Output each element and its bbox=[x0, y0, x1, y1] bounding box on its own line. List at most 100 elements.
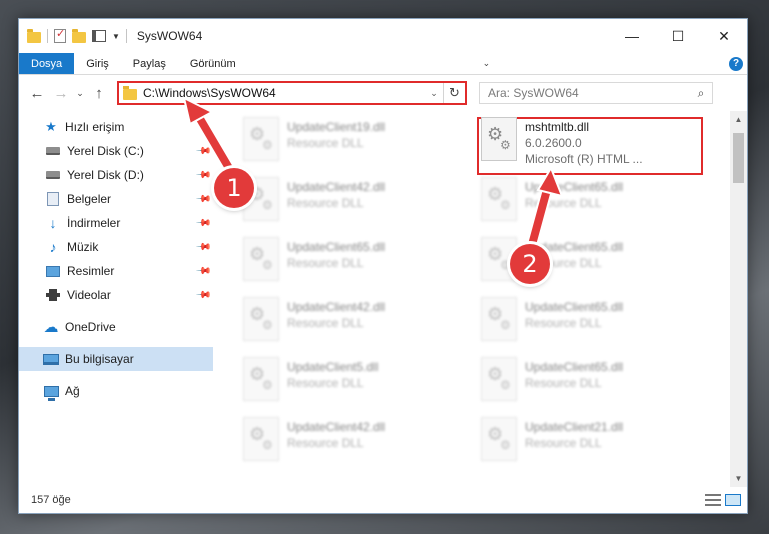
file-type: Resource DLL bbox=[525, 316, 602, 330]
nav-quick-access[interactable]: ★ Hızlı erişim bbox=[19, 115, 213, 139]
up-button[interactable]: ↑ bbox=[87, 81, 111, 105]
customize-toolbar-arrow-icon[interactable]: ▼ bbox=[112, 32, 120, 41]
dll-file-icon: ⚙ ⚙ bbox=[243, 417, 279, 461]
maximize-button[interactable]: ☐ bbox=[655, 19, 701, 53]
videos-icon bbox=[46, 289, 60, 301]
search-input[interactable] bbox=[488, 86, 690, 100]
file-type: Resource DLL bbox=[287, 196, 364, 210]
drive-icon bbox=[46, 147, 60, 155]
nav-label: Belgeler bbox=[67, 192, 112, 206]
file-name: UpdateClient65.dll bbox=[525, 360, 624, 374]
nav-label: Müzik bbox=[67, 240, 99, 254]
nav-this-pc[interactable]: Bu bilgisayar bbox=[19, 347, 213, 371]
nav-label: Ağ bbox=[65, 384, 80, 398]
view-icon[interactable] bbox=[92, 30, 106, 42]
star-icon: ★ bbox=[45, 119, 57, 134]
file-tile[interactable]: ⚙ ⚙ UpdateClient42.dll Resource DLL bbox=[239, 173, 463, 229]
search-icon[interactable]: ⌕ bbox=[690, 86, 712, 101]
music-icon: ♪ bbox=[49, 239, 57, 255]
scroll-up-arrow-icon[interactable]: ▲ bbox=[730, 111, 747, 128]
cloud-icon: ☁ bbox=[43, 319, 59, 336]
expand-ribbon-chevron-icon[interactable]: ⌄ bbox=[476, 53, 496, 74]
dll-file-icon: ⚙ ⚙ bbox=[481, 417, 517, 461]
address-dropdown-chevron-icon[interactable]: ⌄ bbox=[425, 88, 443, 99]
nav-label: Hızlı erişim bbox=[65, 120, 125, 134]
title-bar: ▼ SysWOW64 — ☐ ✕ bbox=[19, 19, 747, 53]
back-button[interactable]: ← bbox=[25, 81, 49, 105]
nav-item-music[interactable]: ♪ Müzik 📌 bbox=[19, 235, 213, 259]
recent-locations-chevron-icon[interactable]: ⌄ bbox=[73, 81, 87, 105]
file-tile[interactable]: ⚙ ⚙ UpdateClient65.dll Resource DLL bbox=[477, 173, 701, 229]
tab-paylas[interactable]: Paylaş bbox=[121, 53, 178, 74]
file-tile[interactable]: ⚙ ⚙ UpdateClient5.dll Resource DLL bbox=[239, 353, 463, 409]
pin-icon: 📌 bbox=[194, 190, 212, 208]
file-tile[interactable]: ⚙ ⚙ UpdateClient65.dll Resource DLL bbox=[477, 293, 701, 349]
explorer-window: ▼ SysWOW64 — ☐ ✕ Dosya Giriş Paylaş Görü… bbox=[18, 18, 748, 514]
file-tile[interactable]: ⚙ ⚙ UpdateClient42.dll Resource DLL bbox=[239, 413, 463, 469]
close-button[interactable]: ✕ bbox=[701, 19, 747, 53]
folder-icon bbox=[123, 85, 137, 100]
nav-label: Videolar bbox=[67, 288, 111, 302]
pin-icon: 📌 bbox=[194, 214, 212, 232]
file-version: 6.0.2600.0 bbox=[525, 136, 582, 150]
file-type: Resource DLL bbox=[525, 196, 602, 210]
file-type: Resource DLL bbox=[287, 136, 364, 150]
file-tile-mshtmltb[interactable]: ⚙ ⚙ mshtmltb.dll 6.0.2600.0 Microsoft (R)… bbox=[477, 113, 701, 169]
file-name: UpdateClient42.dll bbox=[287, 180, 386, 194]
address-row: ← → ⌄ ↑ C:\Windows\SysWOW64 ⌄ ↻ ⌕ bbox=[19, 75, 747, 111]
forward-button[interactable]: → bbox=[49, 81, 73, 105]
new-folder-icon[interactable] bbox=[72, 28, 86, 43]
details-view-icon[interactable] bbox=[705, 494, 721, 506]
nav-item-downloads[interactable]: ↓ İndirmeler 📌 bbox=[19, 211, 213, 235]
nav-item-videos[interactable]: Videolar 📌 bbox=[19, 283, 213, 307]
tiles-view-icon[interactable] bbox=[725, 494, 741, 506]
properties-icon[interactable] bbox=[54, 27, 66, 43]
nav-item-documents[interactable]: Belgeler 📌 bbox=[19, 187, 213, 211]
nav-label: OneDrive bbox=[65, 320, 116, 334]
scroll-thumb[interactable] bbox=[733, 133, 744, 183]
file-tile[interactable]: ⚙ ⚙ UpdateClient65.dll Resource DLL bbox=[239, 233, 463, 289]
nav-item-pictures[interactable]: Resimler 📌 bbox=[19, 259, 213, 283]
file-type: Resource DLL bbox=[525, 376, 602, 390]
network-icon bbox=[43, 385, 59, 401]
folder-icon bbox=[27, 28, 41, 43]
main-area: ★ Hızlı erişim Yerel Disk (C:) 📌 Yerel D… bbox=[19, 111, 747, 487]
file-type: Resource DLL bbox=[525, 436, 602, 450]
pin-icon: 📌 bbox=[194, 142, 212, 160]
window-controls: — ☐ ✕ bbox=[609, 19, 747, 53]
vertical-scrollbar[interactable]: ▲ ▼ bbox=[730, 111, 747, 487]
tab-giris[interactable]: Giriş bbox=[74, 53, 121, 74]
dll-file-icon: ⚙ ⚙ bbox=[243, 237, 279, 281]
refresh-button[interactable]: ↻ bbox=[443, 83, 465, 103]
address-path[interactable]: C:\Windows\SysWOW64 bbox=[143, 86, 425, 100]
nav-network[interactable]: Ağ bbox=[19, 379, 213, 403]
tab-dosya[interactable]: Dosya bbox=[19, 53, 75, 74]
search-box[interactable]: ⌕ bbox=[479, 82, 713, 104]
dll-file-icon: ⚙ ⚙ bbox=[243, 357, 279, 401]
nav-item-local-disk-c[interactable]: Yerel Disk (C:) 📌 bbox=[19, 139, 213, 163]
pictures-icon bbox=[46, 265, 60, 277]
file-tile[interactable]: ⚙ ⚙ UpdateClient21.dll Resource DLL bbox=[477, 413, 701, 469]
status-bar: 157 öğe bbox=[19, 487, 747, 513]
file-name: mshtmltb.dll bbox=[525, 120, 590, 134]
file-name: UpdateClient42.dll bbox=[287, 420, 386, 434]
minimize-button[interactable]: — bbox=[609, 19, 655, 53]
help-button[interactable]: ? bbox=[725, 53, 747, 74]
address-bar[interactable]: C:\Windows\SysWOW64 ⌄ ↻ bbox=[117, 81, 467, 105]
file-tile[interactable]: ⚙ ⚙ UpdateClient42.dll Resource DLL bbox=[239, 293, 463, 349]
nav-item-local-disk-d[interactable]: Yerel Disk (D:) 📌 bbox=[19, 163, 213, 187]
file-tile[interactable]: ⚙ ⚙ UpdateClient65.dll Resource DLL bbox=[477, 353, 701, 409]
quick-access-toolbar: ▼ bbox=[27, 27, 127, 43]
dll-file-icon: ⚙ ⚙ bbox=[243, 117, 279, 161]
pin-icon: 📌 bbox=[194, 166, 212, 184]
tab-gorunum[interactable]: Görünüm bbox=[178, 53, 248, 74]
scroll-down-arrow-icon[interactable]: ▼ bbox=[730, 470, 747, 487]
nav-onedrive[interactable]: ☁ OneDrive bbox=[19, 315, 213, 339]
nav-label: Bu bilgisayar bbox=[65, 352, 134, 366]
file-name: UpdateClient21.dll bbox=[525, 420, 624, 434]
dll-file-icon: ⚙ ⚙ bbox=[243, 297, 279, 341]
file-type: Resource DLL bbox=[287, 256, 364, 270]
file-tile[interactable]: ⚙ ⚙ UpdateClient19.dll Resource DLL bbox=[239, 113, 463, 169]
help-icon: ? bbox=[729, 56, 743, 71]
file-name: UpdateClient65.dll bbox=[525, 300, 624, 314]
